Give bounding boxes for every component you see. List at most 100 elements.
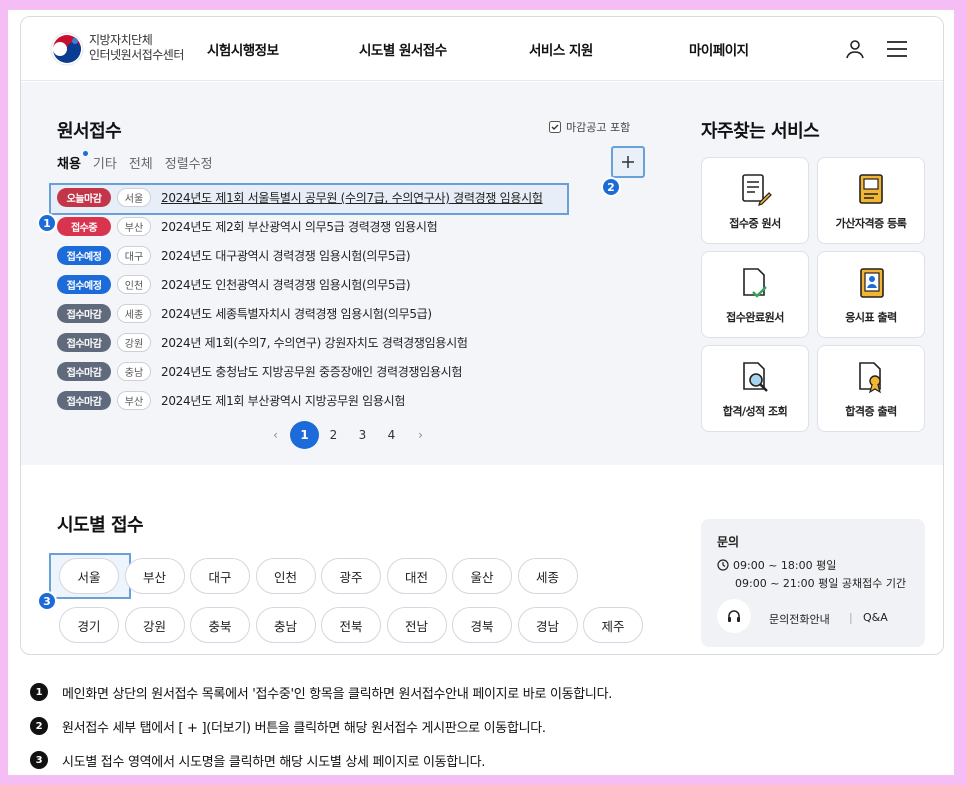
status-badge: 접수마감 [57, 333, 111, 352]
checkbox-checked-icon [549, 121, 561, 133]
headset-icon [728, 610, 740, 622]
fav-result-lookup[interactable]: 합격/성적 조회 [701, 345, 809, 432]
favorites-title: 자주찾는 서비스 [701, 121, 820, 142]
exam-title-link[interactable]: 2024년도 세종특별자치시 경력경쟁 임용시험(의무5급) [161, 305, 432, 322]
exam-title-link[interactable]: 2024년도 충청남도 지방공무원 중증장애인 경력경쟁임용시험 [161, 363, 462, 380]
region-tag: 강원 [117, 333, 151, 352]
apply-row[interactable]: 접수예정 인천 2024년도 인천광역시 경력경쟁 임용시험(의무5급) [57, 270, 577, 299]
more-plus-button[interactable] [611, 146, 645, 178]
nav-service-support[interactable]: 서비스 지원 [529, 39, 593, 59]
tab-recruit[interactable]: 채용 [57, 151, 88, 172]
plus-icon [622, 156, 634, 168]
exam-title-link[interactable]: 2024년도 제1회 서울특별시 공무원 (수의7급, 수의연구사) 경력경쟁 … [161, 189, 543, 206]
note-3: 3 시도별 접수 영역에서 시도명을 클릭하면 해당 시도별 상세 페이지로 이동… [30, 743, 612, 777]
nav-region-apply[interactable]: 시도별 원서접수 [359, 39, 447, 59]
apply-row[interactable]: 접수마감 강원 2024년 제1회(수의7, 수의연구) 강원자치도 경력경쟁임용시… [57, 328, 577, 357]
include-closed-label: 마감공고 포함 [566, 121, 631, 134]
certificate-icon [859, 174, 883, 204]
apply-row[interactable]: 접수마감 세종 2024년도 세종특별자치시 경력경쟁 임용시험(의무5급) [57, 299, 577, 328]
site-window: 지방자치단체 인터넷원서접수센터 시험시행정보 시도별 원서접수 서비스 지원 … [20, 16, 944, 655]
tab-all[interactable]: 전체 [129, 153, 153, 172]
pager-page-3[interactable]: 3 [348, 421, 377, 449]
menu-hamburger-icon[interactable] [885, 37, 909, 61]
apply-row[interactable]: 접수예정 대구 2024년도 대구광역시 경력경쟁 임용시험(의무5급) [57, 241, 577, 270]
region-tag: 부산 [117, 217, 151, 236]
apply-row[interactable]: 접수중 부산 2024년도 제2회 부산광역시 의무5급 경력경쟁 임용시험 [57, 212, 577, 241]
region-tag: 대구 [117, 246, 151, 265]
region-button[interactable]: 경남 [517, 607, 578, 643]
tab-recruit-label: 채용 [57, 157, 81, 172]
exam-title-link[interactable]: 2024년도 인천광역시 경력경쟁 임용시험(의무5급) [161, 276, 411, 293]
region-button[interactable]: 강원 [124, 607, 185, 643]
document-pen-icon [742, 174, 772, 206]
region-button[interactable]: 제주 [583, 607, 643, 643]
exam-title-link[interactable]: 2024년도 제1회 부산광역시 지방공무원 임용시험 [161, 392, 405, 409]
status-badge: 접수마감 [57, 304, 111, 323]
region-section-title: 시도별 접수 [57, 515, 144, 536]
region-button[interactable]: 경기 [59, 607, 119, 643]
fav-ticket-label: 응시표 출력 [845, 311, 897, 324]
apply-section-title: 원서접수 [57, 121, 122, 142]
active-dot [82, 151, 88, 156]
document-search-icon [743, 362, 768, 392]
pager-page-4[interactable]: 4 [377, 421, 406, 449]
region-button[interactable]: 전남 [386, 607, 447, 643]
region-button[interactable]: 세종 [517, 558, 578, 594]
fav-completed[interactable]: 접수완료원서 [701, 251, 809, 338]
region-button[interactable]: 울산 [452, 558, 512, 594]
contact-hours-weekday: 09:00 ~ 18:00 평일 [717, 557, 836, 573]
region-button[interactable]: 대전 [386, 558, 447, 594]
exam-title-link[interactable]: 2024년도 대구광역시 경력경쟁 임용시험(의무5급) [161, 247, 411, 264]
site-logo-text[interactable]: 지방자치단체 인터넷원서접수센터 [89, 33, 184, 63]
fav-applying[interactable]: 접수중 원서 [701, 157, 809, 244]
region-button[interactable]: 광주 [321, 558, 381, 594]
qna-link[interactable]: Q&A [863, 611, 888, 624]
site-header: 지방자치단체 인터넷원서접수센터 시험시행정보 시도별 원서접수 서비스 지원 … [21, 17, 943, 81]
tab-other[interactable]: 기타 [93, 153, 117, 172]
clock-icon [717, 559, 729, 571]
fav-admission-ticket[interactable]: 응시표 출력 [817, 251, 925, 338]
fav-pass-label: 합격증 출력 [845, 405, 897, 418]
region-button[interactable]: 경북 [452, 607, 512, 643]
phone-info-link[interactable]: 문의전화안내 [769, 611, 830, 627]
government-logo-icon[interactable] [49, 31, 85, 67]
pager-prev[interactable]: ‹ [261, 421, 290, 449]
logo-line-2: 인터넷원서접수센터 [89, 48, 184, 62]
exam-title-link[interactable]: 2024년 제1회(수의7, 수의연구) 강원자치도 경력경쟁임용시험 [161, 334, 468, 351]
tab-sort[interactable]: 정렬수정 [165, 153, 213, 172]
region-button[interactable]: 전북 [321, 607, 381, 643]
fav-completed-label: 접수완료원서 [726, 311, 784, 324]
pager-page-2[interactable]: 2 [319, 421, 348, 449]
nav-exam-info[interactable]: 시험시행정보 [207, 39, 279, 59]
apply-tabs: 채용 기타 전체 정렬수정 [57, 151, 213, 172]
status-badge: 접수예정 [57, 275, 111, 294]
id-card-icon [860, 268, 884, 298]
region-button[interactable]: 인천 [255, 558, 316, 594]
fav-certificate-register[interactable]: 가산자격증 등록 [817, 157, 925, 244]
award-document-icon [859, 362, 881, 394]
hours-weekday-text: 09:00 ~ 18:00 평일 [733, 559, 837, 572]
user-icon[interactable] [843, 37, 867, 61]
region-button[interactable]: 부산 [124, 558, 185, 594]
exam-title-link[interactable]: 2024년도 제2회 부산광역시 의무5급 경력경쟁 임용시험 [161, 218, 438, 235]
headset-button[interactable] [717, 599, 751, 633]
apply-row[interactable]: 접수마감 충남 2024년도 충청남도 지방공무원 중증장애인 경력경쟁임용시험 [57, 357, 577, 386]
logo-line-1: 지방자치단체 [89, 33, 153, 47]
region-button[interactable]: 충남 [255, 607, 316, 643]
apply-row[interactable]: 오늘마감 서울 2024년도 제1회 서울특별시 공무원 (수의7급, 수의연구사)… [57, 183, 577, 212]
region-button[interactable]: 서울 [59, 558, 119, 594]
pager-next[interactable]: › [406, 421, 435, 449]
pager-page-1[interactable]: 1 [290, 421, 319, 449]
region-button[interactable]: 대구 [190, 558, 250, 594]
nav-my-page[interactable]: 마이페이지 [689, 39, 749, 59]
contact-title: 문의 [717, 535, 740, 549]
apply-row[interactable]: 접수마감 부산 2024년도 제1회 부산광역시 지방공무원 임용시험 [57, 386, 577, 415]
contact-hours-period: 09:00 ~ 21:00 평일 공채접수 기간 [735, 577, 907, 590]
fav-certificate-label: 가산자격증 등록 [835, 217, 907, 230]
fav-pass-certificate[interactable]: 합격증 출력 [817, 345, 925, 432]
note-1-number: 1 [30, 683, 48, 701]
note-3-text: 시도별 접수 영역에서 시도명을 클릭하면 해당 시도별 상세 페이지로 이동합… [62, 754, 486, 770]
include-closed-checkbox[interactable]: 마감공고 포함 [549, 119, 630, 135]
region-button[interactable]: 충북 [190, 607, 250, 643]
status-badge: 접수예정 [57, 246, 111, 265]
